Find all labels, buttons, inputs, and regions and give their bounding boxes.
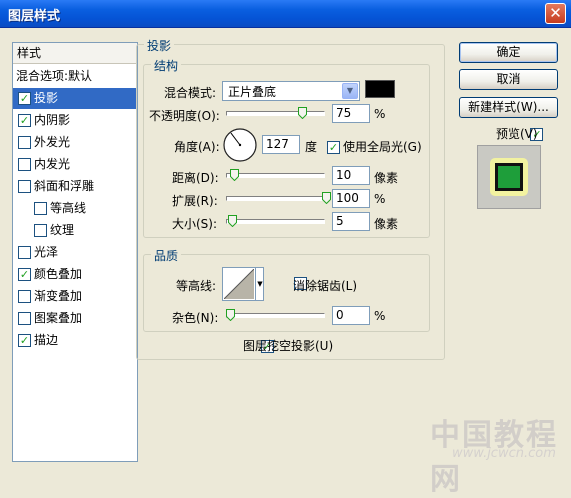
use-global-light-checkbox[interactable]: ✓ bbox=[327, 141, 340, 154]
style-item-checkbox[interactable] bbox=[18, 136, 31, 149]
style-item[interactable]: 内发光 bbox=[13, 154, 137, 175]
noise-slider[interactable] bbox=[226, 308, 326, 324]
opacity-slider[interactable] bbox=[226, 106, 326, 122]
style-item-checkbox[interactable] bbox=[18, 290, 31, 303]
blend-mode-label: 混合模式: bbox=[164, 86, 217, 100]
contour-picker[interactable]: ▼ bbox=[222, 267, 264, 301]
distance-slider-thumb[interactable] bbox=[229, 169, 239, 181]
spread-unit: % bbox=[374, 192, 386, 206]
blend-mode-value: 正片叠底 bbox=[228, 85, 277, 99]
style-item-label: 图案叠加 bbox=[34, 311, 83, 325]
contour-dropdown-icon[interactable]: ▼ bbox=[255, 268, 264, 300]
style-item-label: 光泽 bbox=[34, 245, 59, 259]
style-item[interactable]: 外发光 bbox=[13, 132, 137, 153]
close-button[interactable]: ✕ bbox=[545, 3, 566, 24]
cancel-button[interactable]: 取消 bbox=[459, 69, 558, 90]
distance-input[interactable]: 10 bbox=[332, 166, 370, 185]
angle-unit: 度 bbox=[305, 140, 318, 154]
anti-alias-label[interactable]: 消除锯齿(L) bbox=[293, 277, 357, 294]
style-item-checkbox[interactable]: ✓ bbox=[18, 92, 31, 105]
style-item-checkbox[interactable] bbox=[18, 312, 31, 325]
style-item[interactable]: 斜面和浮雕 bbox=[13, 176, 137, 197]
style-item-checkbox[interactable] bbox=[34, 224, 47, 237]
style-item[interactable]: 光泽 bbox=[13, 242, 137, 263]
drop-shadow-title: 投影 bbox=[144, 37, 175, 54]
angle-input[interactable]: 127 bbox=[262, 135, 300, 154]
style-item[interactable]: ✓ 投影 bbox=[13, 88, 137, 109]
style-item-label: 描边 bbox=[34, 333, 59, 347]
noise-label: 杂色(N): bbox=[172, 311, 219, 325]
style-item-label: 外发光 bbox=[34, 135, 71, 149]
chevron-down-icon: ▼ bbox=[342, 83, 358, 99]
title-bar[interactable]: 图层样式 ✕ bbox=[0, 0, 571, 28]
style-item[interactable]: 纹理 bbox=[13, 220, 137, 241]
size-unit: 像素 bbox=[374, 217, 399, 231]
spread-slider-thumb[interactable] bbox=[322, 192, 331, 204]
style-item-label: 等高线 bbox=[50, 201, 87, 215]
angle-label: 角度(A): bbox=[174, 140, 220, 154]
style-item-label: 渐变叠加 bbox=[34, 289, 83, 303]
style-item-checkbox[interactable] bbox=[18, 158, 31, 171]
style-item[interactable]: ✓ 颜色叠加 bbox=[13, 264, 137, 285]
use-global-light-label[interactable]: 使用全局光(G) bbox=[343, 138, 422, 155]
layer-knockout-label[interactable]: 图层挖空投影(U) bbox=[243, 337, 333, 354]
structure-title: 结构 bbox=[151, 57, 182, 74]
watermark-url: www.jcwcn.com bbox=[452, 446, 556, 461]
style-item-checkbox[interactable]: ✓ bbox=[18, 334, 31, 347]
style-item[interactable]: ✓ 描边 bbox=[13, 330, 137, 351]
spread-slider[interactable] bbox=[226, 191, 331, 207]
style-item-label: 斜面和浮雕 bbox=[34, 179, 95, 193]
style-item-label: 投影 bbox=[34, 91, 59, 105]
styles-list: 样式 混合选项:默认 ✓ 投影 ✓ 内阴影 外发光 内发光 斜面和浮雕 等高线 纹理 光泽 ✓ 颜色叠加… bbox=[12, 42, 138, 462]
style-item-label: 颜色叠加 bbox=[34, 267, 83, 281]
spread-label: 扩展(R): bbox=[172, 194, 218, 208]
close-icon: ✕ bbox=[549, 4, 562, 22]
noise-slider-thumb[interactable] bbox=[226, 309, 235, 321]
style-item-label: 混合选项:默认 bbox=[16, 69, 93, 83]
spread-input[interactable]: 100 bbox=[332, 189, 370, 208]
style-item-checkbox[interactable]: ✓ bbox=[18, 114, 31, 127]
style-item-label: 纹理 bbox=[50, 223, 75, 237]
distance-slider[interactable] bbox=[226, 168, 326, 184]
distance-unit: 像素 bbox=[374, 171, 399, 185]
ok-button[interactable]: 确定 bbox=[459, 42, 558, 63]
distance-label: 距离(D): bbox=[172, 171, 219, 185]
opacity-label: 不透明度(O): bbox=[149, 109, 220, 123]
shadow-color-swatch[interactable] bbox=[365, 80, 395, 98]
style-item[interactable]: 等高线 bbox=[13, 198, 137, 219]
size-slider-thumb[interactable] bbox=[227, 215, 237, 227]
style-item-checkbox[interactable] bbox=[34, 202, 47, 215]
quality-title: 品质 bbox=[151, 247, 182, 264]
style-preview bbox=[477, 145, 541, 209]
new-style-button[interactable]: 新建样式(W)... bbox=[459, 97, 558, 118]
style-item-checkbox[interactable] bbox=[18, 180, 31, 193]
angle-dial[interactable] bbox=[222, 127, 258, 163]
style-item-label: 内阴影 bbox=[34, 113, 71, 127]
opacity-slider-thumb[interactable] bbox=[298, 107, 307, 119]
style-item[interactable]: 渐变叠加 bbox=[13, 286, 137, 307]
opacity-input[interactable]: 75 bbox=[332, 104, 370, 123]
blend-mode-select[interactable]: 正片叠底 ▼ bbox=[222, 81, 360, 101]
size-slider[interactable] bbox=[226, 214, 326, 230]
styles-list-header[interactable]: 样式 bbox=[13, 43, 137, 64]
size-input[interactable]: 5 bbox=[332, 212, 370, 231]
noise-unit: % bbox=[374, 309, 386, 323]
window-title: 图层样式 bbox=[8, 9, 61, 24]
preview-label[interactable]: 预览(V) bbox=[496, 125, 538, 142]
contour-preview-icon bbox=[224, 269, 254, 299]
size-label: 大小(S): bbox=[172, 217, 218, 231]
style-item-label: 内发光 bbox=[34, 157, 71, 171]
style-item[interactable]: 混合选项:默认 bbox=[13, 66, 137, 87]
contour-label: 等高线: bbox=[176, 279, 217, 293]
opacity-unit: % bbox=[374, 107, 386, 121]
style-item-checkbox[interactable]: ✓ bbox=[18, 268, 31, 281]
style-item[interactable]: ✓ 内阴影 bbox=[13, 110, 137, 131]
style-item[interactable]: 图案叠加 bbox=[13, 308, 137, 329]
noise-input[interactable]: 0 bbox=[332, 306, 370, 325]
style-item-checkbox[interactable] bbox=[18, 246, 31, 259]
